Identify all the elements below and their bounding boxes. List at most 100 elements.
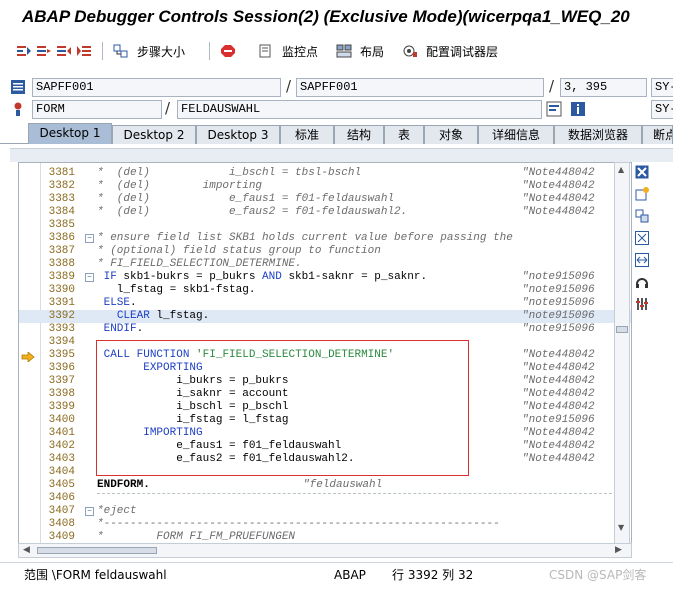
desktop-tabs: Desktop 1 Desktop 2 Desktop 3 标准 结构 表 对象… bbox=[0, 122, 673, 144]
code-line[interactable]: 3382 * (del) importing "Note448042 bbox=[19, 180, 631, 193]
code-line[interactable]: 3381 * (del) i_bschl = tbsl-bschl "Note448… bbox=[19, 167, 631, 180]
code-line[interactable]: 3393 ENDIF. "note915096 bbox=[19, 323, 631, 336]
breakpoint-stop-button[interactable] bbox=[220, 44, 240, 58]
resize-icon[interactable] bbox=[634, 252, 650, 268]
tab-desktop-3[interactable]: Desktop 3 bbox=[196, 125, 280, 144]
code-text: *eject bbox=[97, 505, 137, 517]
line-number: 3386 bbox=[48, 232, 75, 244]
event-name-field[interactable]: FELDAUSWAHL bbox=[177, 100, 542, 119]
line-number: 3407 bbox=[48, 505, 75, 517]
continue-icon[interactable] bbox=[76, 44, 92, 58]
line-number: 3399 bbox=[48, 401, 75, 413]
tab-details[interactable]: 详细信息 bbox=[478, 125, 554, 144]
code-line[interactable]: 3407 − *eject bbox=[19, 505, 631, 518]
line-number: 3383 bbox=[48, 193, 75, 205]
include-program-field[interactable]: SAPFF001 bbox=[296, 78, 544, 97]
sy-field[interactable]: SY- bbox=[651, 78, 673, 97]
sy-field[interactable]: SY- bbox=[651, 100, 673, 119]
line-number: 3394 bbox=[48, 336, 75, 348]
endform-separator bbox=[97, 493, 617, 494]
code-text: * (optional) field status group to funct… bbox=[97, 245, 381, 257]
fold-toggle-icon[interactable]: − bbox=[85, 273, 94, 282]
code-line[interactable]: 3384 * (del) e_faus2 = f01-feldauswahl2. "… bbox=[19, 206, 631, 219]
line-number: 3391 bbox=[48, 297, 75, 309]
maximize-icon[interactable] bbox=[634, 230, 650, 246]
code-text: * (del) importing bbox=[97, 180, 263, 192]
line-comment: "Note448042 bbox=[522, 349, 595, 361]
watchpoint-icon bbox=[258, 44, 274, 58]
call-function-highlight-box bbox=[96, 340, 469, 476]
code-line[interactable]: 3391 ELSE. "note915096 bbox=[19, 297, 631, 310]
line-number: 3390 bbox=[48, 284, 75, 296]
scroll-down-icon[interactable]: ▼ bbox=[618, 523, 624, 532]
panel-header bbox=[10, 148, 673, 162]
fold-toggle-icon[interactable]: − bbox=[85, 507, 94, 516]
code-text: IF skb1-bukrs = p_bukrs AND skb1-saknr =… bbox=[103, 271, 428, 283]
scope-status: 范围 \FORM feldauswahl bbox=[24, 568, 167, 582]
settings-icon[interactable] bbox=[634, 296, 650, 312]
code-line[interactable]: 3392 CLEAR l_fstag. "note915096 bbox=[19, 310, 631, 323]
vertical-scrollbar[interactable]: ▲ ▼ bbox=[614, 162, 630, 550]
fold-toggle-icon[interactable]: − bbox=[85, 234, 94, 243]
step-size-button[interactable]: 步骤大小 bbox=[113, 43, 185, 60]
source-code-editor[interactable]: 3381 * (del) i_bschl = tbsl-bschl "Note448… bbox=[18, 162, 632, 550]
tab-desktop-1[interactable]: Desktop 1 bbox=[28, 123, 112, 144]
hscroll-thumb[interactable] bbox=[37, 547, 157, 554]
event-row: FORM / FELDAUSWAHL SY- bbox=[0, 99, 673, 121]
code-text: *---------------------------------------… bbox=[97, 518, 500, 530]
main-program-field[interactable]: SAPFF001 bbox=[32, 78, 281, 97]
close-icon[interactable] bbox=[634, 164, 650, 180]
watchpoint-button[interactable]: 监控点 bbox=[258, 43, 318, 60]
return-icon[interactable] bbox=[56, 44, 72, 58]
scroll-up-icon[interactable]: ▲ bbox=[618, 165, 624, 174]
code-line[interactable]: 3386 − * ensure field list SKB1 holds curr… bbox=[19, 232, 631, 245]
slash-separator: / bbox=[165, 99, 171, 117]
single-step-icon[interactable] bbox=[16, 44, 32, 58]
line-comment: "Note448042 bbox=[522, 401, 595, 413]
tab-breakpoints[interactable]: 断点 bbox=[642, 125, 673, 144]
execute-icon[interactable] bbox=[36, 44, 52, 58]
layout-button[interactable]: 布局 bbox=[336, 43, 384, 60]
code-line[interactable]: 3385 bbox=[19, 219, 631, 232]
tab-standard[interactable]: 标准 bbox=[280, 125, 334, 144]
code-line[interactable]: 3405 ENDFORM. "feldauswahl bbox=[19, 479, 631, 492]
line-comment: "note915096 bbox=[522, 310, 595, 322]
scrollbar-thumb[interactable] bbox=[616, 326, 628, 333]
event-type-field[interactable]: FORM bbox=[32, 100, 162, 119]
code-line[interactable]: 3388 * FI_FIELD_SELECTION_DETERMINE. bbox=[19, 258, 631, 271]
slash-separator: / bbox=[549, 77, 555, 95]
swap-tool-icon[interactable] bbox=[634, 208, 650, 224]
line-number: 3397 bbox=[48, 375, 75, 387]
step-size-icon bbox=[113, 44, 129, 58]
tab-desktop-2[interactable]: Desktop 2 bbox=[112, 125, 196, 144]
line-number: 3403 bbox=[48, 453, 75, 465]
line-number-field[interactable]: 3, 395 bbox=[560, 78, 647, 97]
code-text: * (del) e_faus2 = f01-feldauswahl2. bbox=[97, 206, 408, 218]
code-text: * FI_FIELD_SELECTION_DETERMINE. bbox=[97, 258, 302, 270]
line-comment: "note915096 bbox=[522, 297, 595, 309]
info-icon[interactable] bbox=[570, 101, 586, 120]
tab-data-browser[interactable]: 数据浏览器 bbox=[554, 125, 642, 144]
scroll-left-icon[interactable]: ◀ bbox=[23, 545, 30, 555]
code-text: ENDFORM. bbox=[97, 479, 150, 491]
tab-structure[interactable]: 结构 bbox=[334, 125, 384, 144]
scroll-right-icon[interactable]: ▶ bbox=[615, 545, 622, 555]
line-number: 3385 bbox=[48, 219, 75, 231]
code-line[interactable]: 3387 * (optional) field status group to f… bbox=[19, 245, 631, 258]
line-comment: "feldauswahl bbox=[303, 479, 383, 491]
services-icon[interactable] bbox=[634, 274, 650, 290]
code-line[interactable]: 3390 l_fstag = skb1-fstag. "note915096 bbox=[19, 284, 631, 297]
line-number: 3400 bbox=[48, 414, 75, 426]
code-line[interactable]: 3408 *-----------------------------------… bbox=[19, 518, 631, 531]
code-line[interactable]: 3389 − IF skb1-bukrs = p_bukrs AND skb1-s… bbox=[19, 271, 631, 284]
line-comment: "Note448042 bbox=[522, 180, 595, 192]
code-line[interactable]: 3383 * (del) e_faus1 = f01-feldauswahl "No… bbox=[19, 193, 631, 206]
tab-table[interactable]: 表 bbox=[384, 125, 424, 144]
new-tool-icon[interactable] bbox=[634, 186, 650, 202]
tab-objects[interactable]: 对象 bbox=[424, 125, 478, 144]
source-display-icon[interactable] bbox=[546, 101, 562, 120]
configure-debugger-layer-button[interactable]: 配置调试器层 bbox=[402, 43, 498, 60]
side-toolbar bbox=[634, 164, 652, 312]
watchpoint-label: 监控点 bbox=[282, 44, 319, 59]
horizontal-scrollbar[interactable]: ◀ ▶ bbox=[18, 543, 632, 558]
